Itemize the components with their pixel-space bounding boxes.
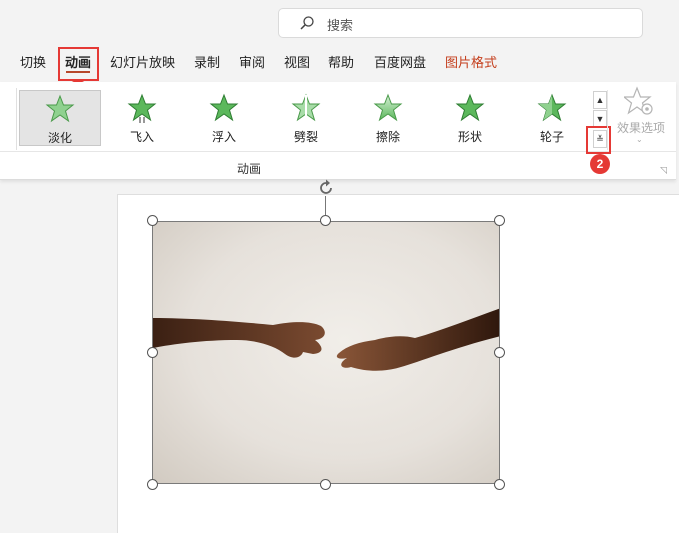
star-wipe-icon [373,93,403,122]
animation-fly-in[interactable]: 飞入 [101,90,183,146]
search-placeholder: 搜索 [327,18,354,33]
search-icon [300,16,314,30]
resize-handle-left[interactable] [147,347,158,358]
animation-label: 形状 [457,130,482,144]
animation-shape[interactable]: 形状 [429,90,511,146]
resize-handle-top[interactable] [320,215,331,226]
search-box[interactable]: 搜索 [278,8,643,38]
star-wheel-icon [537,93,567,122]
tab-baidu-netdisk[interactable]: 百度网盘 [374,50,426,76]
animation-label: 轮子 [539,130,564,144]
dialog-launcher-icon[interactable]: ◹ [660,165,670,175]
animation-label: 浮入 [211,130,236,144]
rotation-connector [325,196,326,216]
resize-handle-right[interactable] [494,347,505,358]
effect-options-icon [624,86,653,115]
star-fly-in-icon [127,93,157,123]
tab-view[interactable]: 视图 [284,50,310,76]
animation-label: 劈裂 [293,130,318,144]
star-split-icon [291,93,321,122]
gallery-scroll-up-button[interactable]: ▲ [593,91,607,109]
rotate-handle-icon[interactable] [316,178,336,198]
ribbon-tabs: 切换 动画 幻灯片放映 录制 审阅 视图 帮助 百度网盘 图片格式 [0,50,679,78]
animation-fade[interactable]: 淡化 [19,90,101,146]
star-float-in-icon [209,93,239,122]
star-shape-icon [455,93,485,122]
effect-options-label: 效果选项 [616,121,665,135]
chevron-up-icon: ▲ [595,95,605,105]
animation-split[interactable]: 劈裂 [265,90,347,146]
ribbon-panel: 淡化 飞入 浮入 劈裂 擦除 形状 轮子 动画 [0,82,676,180]
tab-review[interactable]: 审阅 [239,50,265,76]
tab-help[interactable]: 帮助 [328,50,354,76]
callout-box-animations-tab [58,47,99,81]
animation-label: 擦除 [375,130,400,144]
resize-handle-top-right[interactable] [494,215,505,226]
animation-label: 淡化 [47,131,72,145]
resize-handle-bottom-left[interactable] [147,479,158,490]
animation-label: 飞入 [129,130,154,144]
resize-handle-bottom-right[interactable] [494,479,505,490]
tab-picture-format[interactable]: 图片格式 [445,50,497,76]
animation-float-in[interactable]: 浮入 [183,90,265,146]
chevron-down-icon: ▼ [595,114,605,124]
tab-record[interactable]: 录制 [194,50,220,76]
animation-wheel[interactable]: 轮子 [511,90,593,146]
tab-transitions[interactable]: 切换 [20,50,46,76]
resize-handle-top-left[interactable] [147,215,158,226]
vertical-separator [607,90,608,150]
hands-photo-image [153,222,499,483]
star-fade-icon [45,94,75,123]
selected-picture[interactable] [152,221,500,484]
group-label-animation: 动画 [237,162,262,176]
resize-handle-bottom[interactable] [320,479,331,490]
group-separator [0,151,676,152]
animation-gallery: 淡化 飞入 浮入 劈裂 擦除 形状 轮子 [16,88,592,150]
chevron-down-icon: ⌄ [636,135,643,144]
tab-slideshow[interactable]: 幻灯片放映 [110,50,175,76]
effect-options-button[interactable]: 效果选项 ⌄ [612,86,670,146]
title-bar: 搜索 [0,0,679,46]
step-badge-2: 2 [590,154,610,174]
animation-wipe[interactable]: 擦除 [347,90,429,146]
